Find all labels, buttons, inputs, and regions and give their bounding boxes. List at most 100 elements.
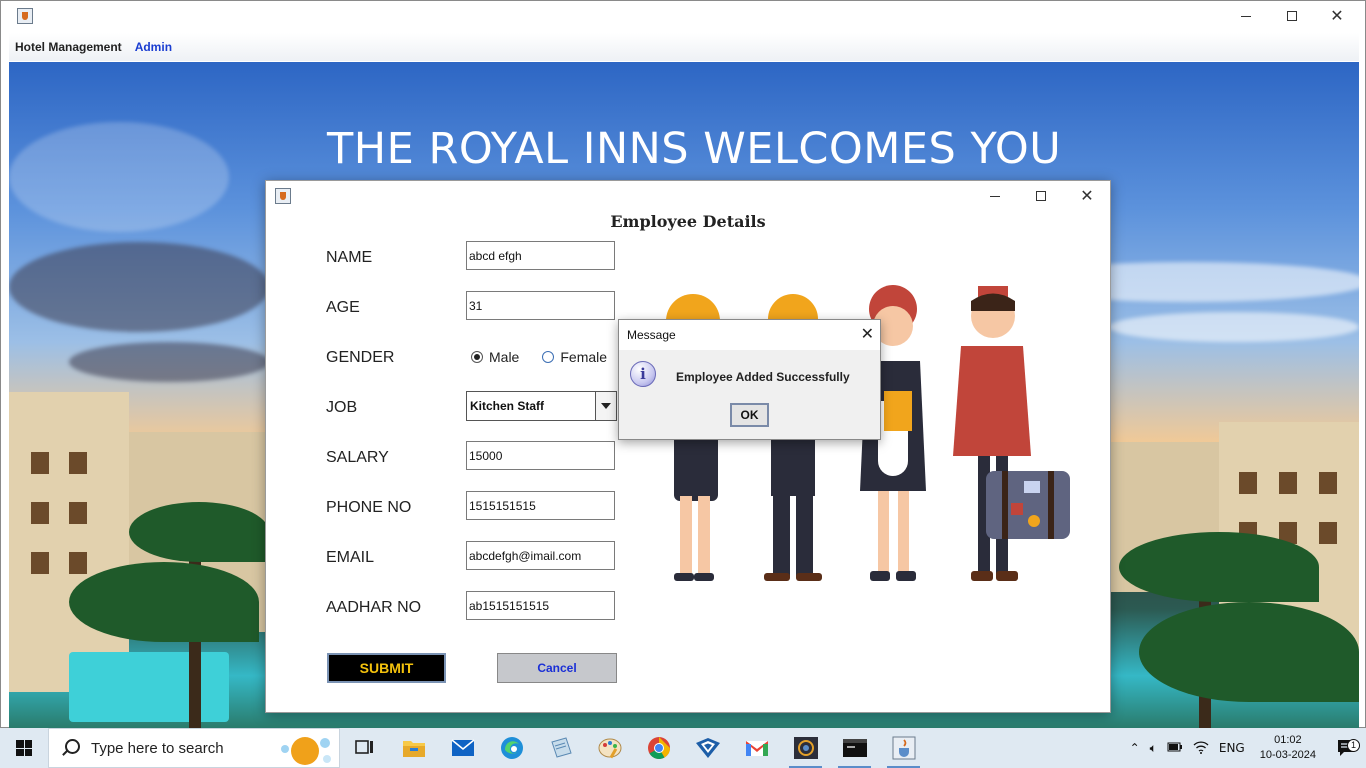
cancel-button[interactable]: Cancel xyxy=(497,653,617,683)
palm-tree xyxy=(1139,602,1359,702)
pool xyxy=(69,652,229,722)
chrome-button[interactable] xyxy=(634,728,683,768)
cloud xyxy=(9,242,269,332)
java-button[interactable] xyxy=(879,728,928,768)
gmail-icon xyxy=(745,741,768,756)
gender-radio-group: Male Female xyxy=(471,349,630,365)
job-select-value: Kitchen Staff xyxy=(470,399,545,413)
vpn-icon xyxy=(695,738,720,758)
minimize-icon xyxy=(990,195,1000,197)
close-button[interactable]: ✕ xyxy=(1314,1,1360,31)
volume-icon[interactable]: 🔈︎ xyxy=(1145,741,1162,756)
task-view-icon xyxy=(354,740,373,754)
email-label: EMAIL xyxy=(326,549,375,566)
employee-details-dialog: ✕ Employee Details NAME abcd efgh AGE 31… xyxy=(265,180,1111,713)
submit-button[interactable]: SUBMIT xyxy=(327,653,446,683)
palm-tree xyxy=(69,562,259,642)
gender-male-radio[interactable]: Male xyxy=(471,349,519,365)
dialog-title: Employee Details xyxy=(610,212,766,231)
job-label: JOB xyxy=(326,399,358,416)
gender-label: GENDER xyxy=(326,349,395,366)
minimize-button[interactable] xyxy=(1223,1,1269,31)
staff-figure xyxy=(953,286,1070,581)
close-icon: ✕ xyxy=(1330,6,1344,25)
main-titlebar: ✕ xyxy=(1,1,1365,33)
name-label: NAME xyxy=(326,249,373,266)
notepad-icon xyxy=(550,737,572,758)
notifications-button[interactable]: 1 xyxy=(1326,738,1366,758)
close-button[interactable]: ✕ xyxy=(1064,181,1110,211)
name-field[interactable]: abcd efgh xyxy=(466,241,615,270)
message-close-button[interactable]: ✕ xyxy=(861,324,874,343)
search-placeholder: Type here to search xyxy=(91,739,224,757)
email-field[interactable]: abcdefgh@imail.com xyxy=(466,541,615,570)
gender-female-radio[interactable]: Female xyxy=(542,349,607,365)
chevron-up-icon[interactable]: ⌃ xyxy=(1125,741,1145,755)
terminal-icon xyxy=(842,739,867,757)
minimize-icon xyxy=(1241,15,1251,17)
terminal-button[interactable] xyxy=(830,728,879,768)
clock[interactable]: 01:02 10-03-2024 xyxy=(1250,733,1326,763)
menu-admin[interactable]: Admin xyxy=(129,40,178,54)
message-dialog: Message ✕ i Employee Added Successfully … xyxy=(618,319,881,440)
hotel-building xyxy=(9,392,129,692)
taskbar-search-box[interactable]: Type here to search xyxy=(48,728,340,768)
vpn-button[interactable] xyxy=(683,728,732,768)
menubar: Hotel Management Admin xyxy=(9,33,1359,61)
maximize-icon xyxy=(1036,191,1046,201)
edge-button[interactable] xyxy=(487,728,536,768)
file-explorer-button[interactable] xyxy=(389,728,438,768)
message-titlebar: Message ✕ xyxy=(619,320,880,350)
notepad-button[interactable] xyxy=(536,728,585,768)
ok-button[interactable]: OK xyxy=(730,403,769,427)
welcome-heading: THE ROYAL INNS WELCOMES YOU xyxy=(327,124,1062,174)
minimize-button[interactable] xyxy=(972,181,1018,211)
wifi-icon[interactable] xyxy=(1188,740,1214,757)
edge-icon xyxy=(500,737,523,759)
salary-label: SALARY xyxy=(326,449,389,466)
clock-date: 10-03-2024 xyxy=(1259,749,1316,761)
radio-unchecked-icon xyxy=(542,351,555,363)
salary-field[interactable]: 15000 xyxy=(466,441,615,470)
battery-icon[interactable] xyxy=(1162,741,1188,756)
age-label: AGE xyxy=(326,299,360,316)
start-button[interactable] xyxy=(0,728,48,768)
aadhar-field[interactable]: ab1515151515 xyxy=(466,591,615,620)
mail-button[interactable] xyxy=(438,728,487,768)
chevron-down-icon[interactable] xyxy=(595,392,616,420)
language-indicator[interactable]: ENG xyxy=(1214,741,1250,755)
java-app-icon xyxy=(17,8,33,24)
message-text: Employee Added Successfully xyxy=(676,370,850,384)
paint-button[interactable] xyxy=(585,728,634,768)
menu-hotel-management[interactable]: Hotel Management xyxy=(9,40,128,54)
file-explorer-icon xyxy=(402,741,425,757)
mysql-workbench-icon xyxy=(793,737,818,759)
job-select[interactable]: Kitchen Staff xyxy=(466,391,617,421)
cloud xyxy=(69,342,269,382)
java-icon xyxy=(892,736,915,760)
paint-icon xyxy=(598,738,621,759)
cloud xyxy=(9,122,229,232)
dialog-titlebar: ✕ xyxy=(266,181,1110,211)
system-tray: ⌃ 🔈︎ ENG 01:02 10-03-2024 1 xyxy=(1125,728,1366,768)
palm-tree xyxy=(129,502,269,562)
mysql-workbench-button[interactable] xyxy=(781,728,830,768)
info-icon: i xyxy=(630,361,656,387)
task-view-button[interactable] xyxy=(340,728,389,768)
maximize-button[interactable] xyxy=(1018,181,1064,211)
maximize-icon xyxy=(1287,11,1297,21)
age-field[interactable]: 31 xyxy=(466,291,615,320)
message-title: Message xyxy=(627,328,676,342)
gmail-button[interactable] xyxy=(732,728,781,768)
mail-icon xyxy=(450,739,475,756)
windows-logo-icon xyxy=(16,740,32,756)
phone-field[interactable]: 1515151515 xyxy=(466,491,615,520)
chrome-icon xyxy=(647,737,670,759)
cloud xyxy=(1109,312,1359,342)
maximize-button[interactable] xyxy=(1269,1,1315,31)
notification-count: 1 xyxy=(1347,739,1360,752)
radio-checked-icon xyxy=(471,351,483,363)
search-icon xyxy=(61,739,80,757)
palm-tree xyxy=(1119,532,1319,602)
aadhar-label: AADHAR NO xyxy=(326,599,422,616)
